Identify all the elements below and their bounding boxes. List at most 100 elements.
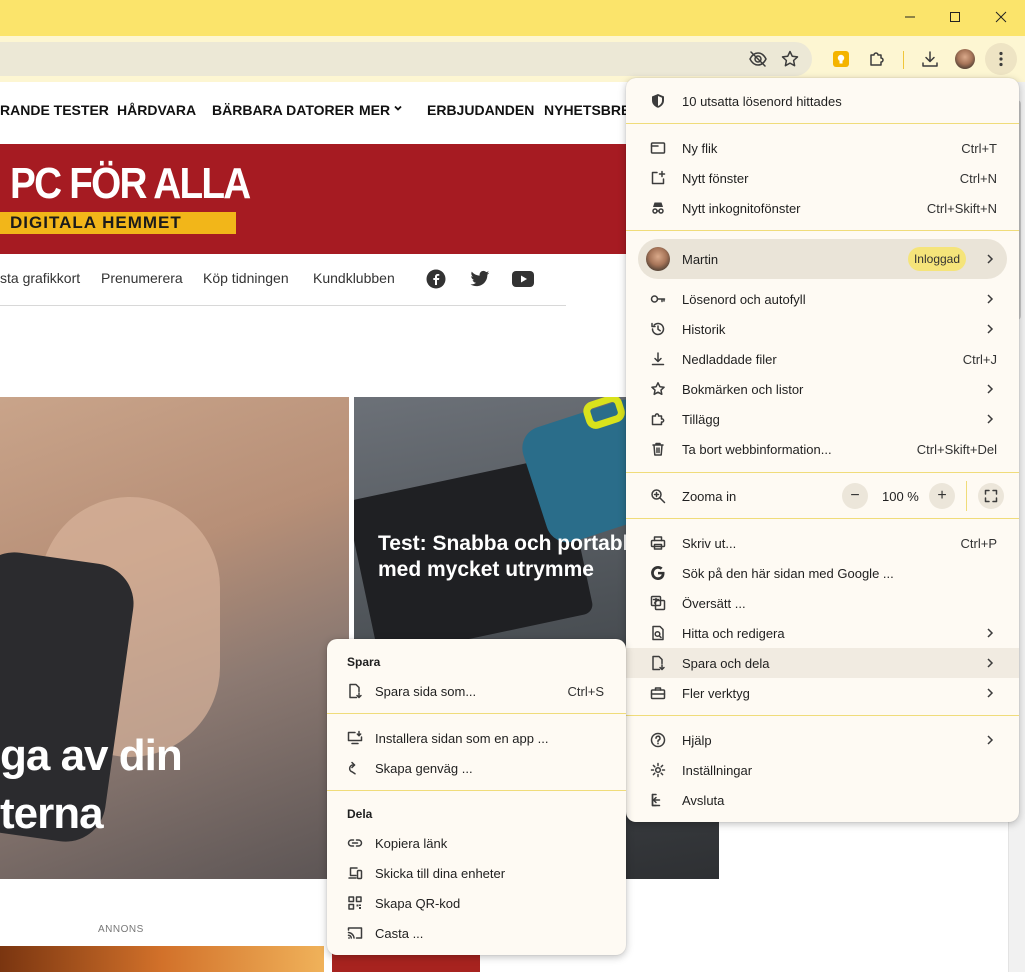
- menu-search-google[interactable]: Sök på den här sidan med Google ...: [626, 558, 1019, 588]
- toolbox-icon: [650, 685, 666, 701]
- menu-downloads[interactable]: Nedladdade filer Ctrl+J: [626, 344, 1019, 374]
- site-logo[interactable]: PC FÖR ALLA: [10, 160, 251, 208]
- twitter-icon[interactable]: [469, 268, 491, 290]
- nav-link-mer[interactable]: MER: [359, 102, 390, 118]
- menu-password-alert[interactable]: 10 utsatta lösenord hittades: [626, 86, 1019, 116]
- keep-extension-icon[interactable]: [826, 43, 856, 75]
- menu-more-tools[interactable]: Fler verktyg: [626, 678, 1019, 708]
- subnav-prenumerera[interactable]: Prenumerera: [101, 270, 183, 286]
- menu-incognito[interactable]: Nytt inkognitofönster Ctrl+Skift+N: [626, 193, 1019, 223]
- hero-article-title[interactable]: ga av din terna: [0, 727, 183, 843]
- menu-print[interactable]: Skriv ut... Ctrl+P: [626, 528, 1019, 558]
- submenu-share-header: Dela: [347, 807, 373, 821]
- chrome-main-menu: 10 utsatta lösenord hittades Ny flik Ctrl…: [626, 78, 1019, 822]
- translate-icon: [650, 595, 666, 611]
- printer-icon: [650, 535, 666, 551]
- exit-icon: [650, 792, 666, 808]
- submenu-send-devices[interactable]: Skicka till dina enheter: [327, 858, 626, 888]
- maximize-icon: [950, 12, 960, 22]
- chevron-right-icon: [987, 294, 994, 304]
- profile-avatar[interactable]: [950, 43, 980, 75]
- menu-translate[interactable]: Översätt ...: [626, 588, 1019, 618]
- downloads-icon[interactable]: [915, 43, 945, 75]
- menu-passwords[interactable]: Lösenord och autofyll: [626, 284, 1019, 314]
- hero-article-image[interactable]: ga av din terna: [0, 397, 349, 879]
- menu-history[interactable]: Historik: [626, 314, 1019, 344]
- tracking-protection-icon[interactable]: [743, 43, 773, 75]
- youtube-icon[interactable]: [512, 268, 534, 290]
- minimize-button[interactable]: [887, 0, 933, 34]
- subnav-kop-tidningen[interactable]: Köp tidningen: [203, 270, 289, 286]
- ad-label: ANNONS: [98, 924, 144, 935]
- subnav-grafikkort[interactable]: sta grafikkort: [0, 270, 80, 286]
- three-dots-icon: [999, 51, 1003, 67]
- nav-link-barbara[interactable]: BÄRBARA DATORER: [212, 102, 354, 118]
- menu-profile-row[interactable]: Martin Inloggad: [638, 239, 1007, 279]
- menu-bookmarks[interactable]: Bokmärken och listor: [626, 374, 1019, 404]
- chevron-right-icon: [987, 324, 994, 334]
- chevron-right-icon: [987, 628, 994, 638]
- submenu-qr-code[interactable]: Skapa QR-kod: [327, 888, 626, 918]
- profile-name: Martin: [682, 252, 719, 267]
- menu-clear-data[interactable]: Ta bort webbinformation... Ctrl+Skift+Del: [626, 434, 1019, 464]
- find-page-icon: [650, 625, 666, 641]
- zoom-divider: [966, 481, 967, 511]
- subnav-kundklubben[interactable]: Kundklubben: [313, 270, 395, 286]
- menu-exit[interactable]: Avsluta: [626, 785, 1019, 815]
- submenu-cast[interactable]: Casta ...: [327, 918, 626, 948]
- maximize-button[interactable]: [932, 0, 978, 34]
- submenu-save-page[interactable]: Spara sida som... Ctrl+S: [327, 676, 626, 706]
- close-icon: [995, 11, 1007, 23]
- zoom-in-button[interactable]: +: [929, 483, 955, 509]
- install-app-icon: [347, 730, 363, 746]
- download-icon: [650, 351, 666, 367]
- avatar: [646, 247, 670, 271]
- google-icon: [650, 565, 666, 581]
- cast-icon: [347, 925, 363, 941]
- incognito-icon: [650, 200, 666, 216]
- toolbar-divider: [903, 51, 904, 69]
- help-icon: [650, 732, 666, 748]
- ad-thumbnail[interactable]: [0, 946, 324, 972]
- trash-icon: [650, 441, 666, 457]
- nav-link-hardvara[interactable]: HÅRDVARA: [117, 102, 196, 118]
- submenu-copy-link[interactable]: Kopiera länk: [327, 828, 626, 858]
- minimize-icon: [905, 16, 915, 18]
- menu-new-window[interactable]: Nytt fönster Ctrl+N: [626, 163, 1019, 193]
- submenu-install-app[interactable]: Installera sidan som en app ...: [327, 723, 626, 753]
- fullscreen-button[interactable]: [978, 483, 1004, 509]
- menu-save-share[interactable]: Spara och dela: [626, 648, 1019, 678]
- save-share-icon: [650, 655, 666, 671]
- shortcut-icon: [347, 760, 363, 776]
- history-icon: [650, 321, 666, 337]
- menu-zoom-row: Zooma in: [626, 481, 1019, 511]
- save-share-submenu: Spara Spara sida som... Ctrl+S Installera…: [327, 639, 626, 955]
- chevron-right-icon: [987, 735, 994, 745]
- menu-new-tab[interactable]: Ny flik Ctrl+T: [626, 133, 1019, 163]
- bookmark-star-icon[interactable]: [775, 43, 805, 75]
- save-page-icon: [347, 683, 363, 699]
- zoom-level: 100 %: [882, 489, 919, 504]
- chevron-right-icon: [987, 688, 994, 698]
- submenu-save-header: Spara: [347, 655, 381, 669]
- new-tab-icon: [650, 140, 666, 156]
- nav-link-erbjudanden[interactable]: ERBJUDANDEN: [427, 102, 534, 118]
- site-logo-subtitle: DIGITALA HEMMET: [0, 212, 236, 234]
- shield-icon: [650, 93, 666, 109]
- signed-in-badge: Inloggad: [908, 247, 966, 271]
- menu-extensions[interactable]: Tillägg: [626, 404, 1019, 434]
- chrome-menu-button[interactable]: [985, 43, 1017, 75]
- zoom-out-button[interactable]: −: [842, 483, 868, 509]
- menu-separator: [626, 123, 1019, 124]
- extensions-puzzle-icon[interactable]: [862, 43, 892, 75]
- devices-icon: [347, 865, 363, 881]
- menu-settings[interactable]: Inställningar: [626, 755, 1019, 785]
- nav-link-tester[interactable]: RANDE TESTER: [0, 102, 109, 118]
- facebook-icon[interactable]: [425, 268, 447, 290]
- chevron-right-icon: [987, 658, 994, 668]
- submenu-create-shortcut[interactable]: Skapa genväg ...: [327, 753, 626, 783]
- close-window-button[interactable]: [978, 0, 1024, 34]
- menu-help[interactable]: Hjälp: [626, 725, 1019, 755]
- menu-find-edit[interactable]: Hitta och redigera: [626, 618, 1019, 648]
- address-bar[interactable]: [0, 42, 812, 76]
